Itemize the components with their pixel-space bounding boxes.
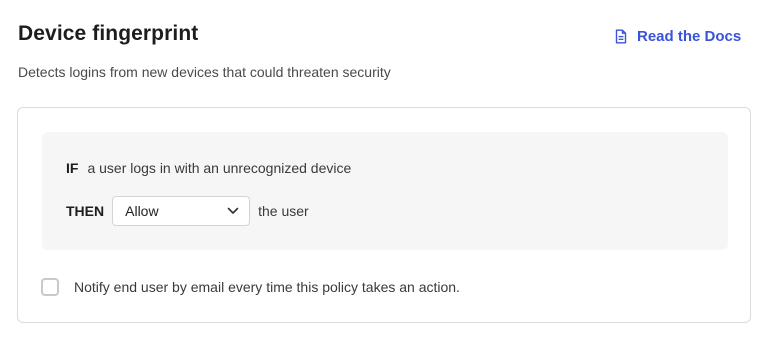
rule-condition: a user logs in with an unrecognized devi… [87,160,352,176]
then-row: THEN Allow the user [66,196,309,226]
read-docs-link[interactable]: Read the Docs [614,28,741,45]
notify-row: Notify end user by email every time this… [41,278,460,296]
page-subtitle: Detects logins from new devices that cou… [18,64,391,80]
rule-box: IF a user logs in with an unrecognized d… [42,132,728,250]
chevron-down-icon [227,207,239,215]
if-keyword: IF [66,160,79,176]
notify-label[interactable]: Notify end user by email every time this… [74,279,460,295]
document-icon [614,29,628,44]
policy-card: IF a user logs in with an unrecognized d… [17,107,751,323]
action-select[interactable]: Allow [112,196,251,226]
then-keyword: THEN [66,203,105,219]
read-docs-label: Read the Docs [637,28,742,45]
action-select-value: Allow [125,203,159,219]
page-title: Device fingerprint [18,22,199,45]
notify-checkbox[interactable] [41,278,59,296]
action-suffix: the user [258,203,309,219]
if-row: IF a user logs in with an unrecognized d… [66,160,351,176]
